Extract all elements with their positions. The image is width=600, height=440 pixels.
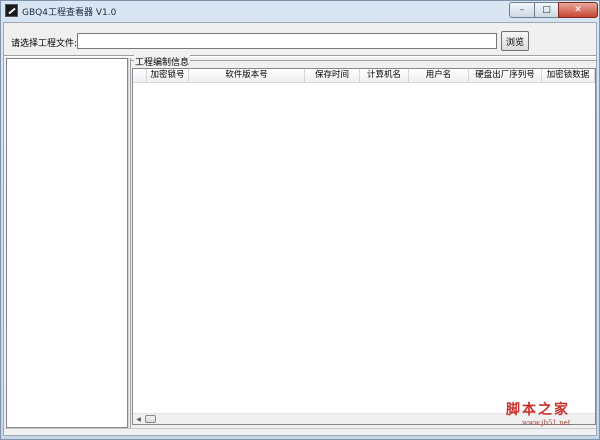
- column-header-save-time[interactable]: 保存时间: [305, 69, 360, 82]
- watermark-title: 脚本之家: [506, 402, 570, 418]
- status-bar: [4, 428, 596, 435]
- column-header-dongle-number[interactable]: 加密锁号: [147, 69, 189, 82]
- minimize-button[interactable]: –: [509, 2, 535, 18]
- project-tree-panel[interactable]: [6, 58, 128, 428]
- close-icon: ✕: [574, 5, 582, 15]
- maximize-icon: □: [542, 5, 551, 15]
- site-watermark: 脚本之家 www.jb51.net: [506, 399, 571, 427]
- column-header-computer-name[interactable]: 计算机名: [360, 69, 409, 82]
- scrollbar-thumb[interactable]: [145, 415, 156, 423]
- column-header-disk-serial[interactable]: 硬盘出厂序列号: [469, 69, 542, 82]
- panel-splitter[interactable]: [128, 58, 131, 428]
- client-area: 请选择工程文件: 浏览 工程编制信息 加密锁号 软件版本号 保存时间 计算机名 …: [3, 22, 597, 436]
- group-box-border: [131, 60, 597, 61]
- minimize-icon: –: [519, 5, 525, 15]
- scroll-left-icon[interactable]: ◀: [134, 415, 143, 423]
- column-header-blank[interactable]: [133, 69, 147, 82]
- title-bar[interactable]: GBQ4工程查看器 V1.0 – □ ✕: [1, 1, 599, 21]
- info-list-view[interactable]: 加密锁号 软件版本号 保存时间 计算机名 用户名 硬盘出厂序列号 加密锁数据 ◀: [132, 68, 596, 425]
- list-header: 加密锁号 软件版本号 保存时间 计算机名 用户名 硬盘出厂序列号 加密锁数据: [133, 69, 595, 83]
- file-path-input[interactable]: [77, 33, 497, 49]
- app-icon: [5, 4, 18, 17]
- watermark-url: www.jb51.net: [522, 419, 571, 427]
- window-title: GBQ4工程查看器 V1.0: [22, 8, 117, 18]
- browse-button[interactable]: 浏览: [501, 31, 529, 51]
- maximize-button[interactable]: □: [534, 2, 559, 18]
- separator-highlight: [4, 56, 596, 57]
- file-path-label: 请选择工程文件:: [11, 39, 78, 49]
- close-button[interactable]: ✕: [558, 2, 598, 18]
- column-header-dongle-data[interactable]: 加密锁数据: [542, 69, 595, 82]
- column-header-user-name[interactable]: 用户名: [409, 69, 469, 82]
- app-window: GBQ4工程查看器 V1.0 – □ ✕ 请选择工程文件: 浏览 工程编制信息 …: [0, 0, 600, 440]
- column-header-software-version[interactable]: 软件版本号: [189, 69, 305, 82]
- group-box-title: 工程编制信息: [134, 55, 191, 68]
